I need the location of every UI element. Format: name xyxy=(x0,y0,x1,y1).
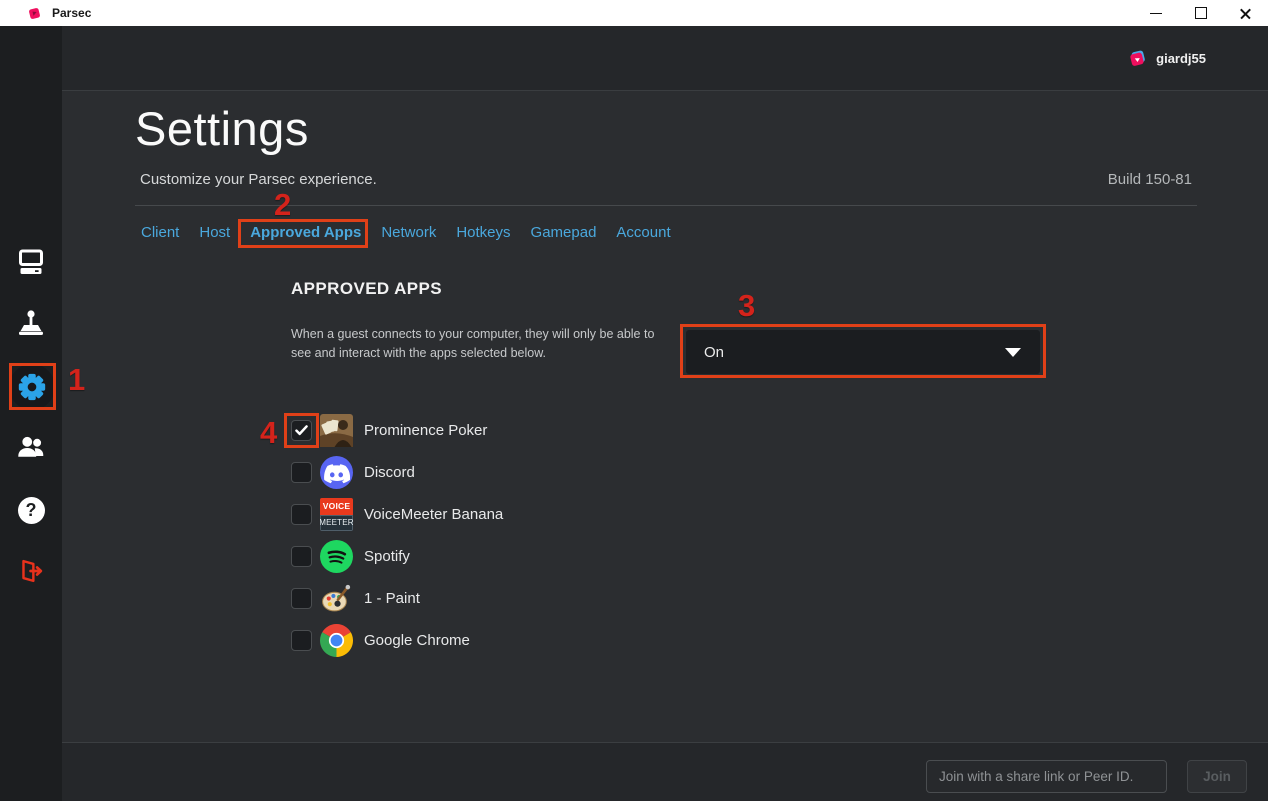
top-header: giardj55 xyxy=(62,26,1268,91)
app-row[interactable]: Discord xyxy=(291,451,503,493)
app-row[interactable]: VOICEMEETER VoiceMeeter Banana xyxy=(291,493,503,535)
page-title: Settings xyxy=(135,101,309,156)
tab-gamepad[interactable]: Gamepad xyxy=(531,222,597,243)
minimize-button[interactable] xyxy=(1133,0,1178,26)
main-area: giardj55 Settings Customize your Parsec … xyxy=(62,26,1268,801)
titlebar: Parsec xyxy=(0,0,1268,26)
header-divider xyxy=(135,205,1197,206)
parsec-window: Parsec xyxy=(0,0,1268,801)
sidebar-item-logout[interactable] xyxy=(14,554,48,588)
prominence-poker-icon xyxy=(320,414,353,447)
maximize-button[interactable] xyxy=(1178,0,1223,26)
build-label: Build 150-81 xyxy=(1108,171,1192,188)
spotify-icon xyxy=(320,540,353,573)
app-label: Discord xyxy=(364,464,415,481)
tab-approved-apps[interactable]: Approved Apps xyxy=(250,222,361,243)
app-row[interactable]: Prominence Poker xyxy=(291,409,503,451)
app-label: Prominence Poker xyxy=(364,422,487,439)
maximize-icon xyxy=(1195,7,1207,19)
app-checkbox[interactable] xyxy=(291,630,312,651)
app-checkbox[interactable] xyxy=(291,546,312,567)
app-checkbox[interactable] xyxy=(291,504,312,525)
computer-icon xyxy=(14,245,48,279)
app-checkbox[interactable] xyxy=(291,420,312,441)
user-avatar-icon xyxy=(1128,49,1147,68)
discord-icon xyxy=(320,456,353,489)
dropdown-arrow-icon xyxy=(1005,348,1021,357)
app-checkbox[interactable] xyxy=(291,588,312,609)
minimize-icon xyxy=(1150,13,1162,14)
app-checkbox[interactable] xyxy=(291,462,312,483)
app-label: VoiceMeeter Banana xyxy=(364,506,503,523)
voicemeeter-icon: VOICEMEETER xyxy=(320,498,353,531)
friends-icon xyxy=(15,431,47,463)
tab-account[interactable]: Account xyxy=(616,222,670,243)
paint-icon xyxy=(320,582,353,615)
close-button[interactable] xyxy=(1223,0,1268,26)
sidebar-item-arcade[interactable] xyxy=(14,306,48,340)
section-heading: APPROVED APPS xyxy=(291,279,442,299)
app-row[interactable]: Spotify xyxy=(291,535,503,577)
join-input[interactable] xyxy=(926,760,1167,793)
join-button[interactable]: Join xyxy=(1187,760,1247,793)
tab-network[interactable]: Network xyxy=(381,222,436,243)
dropdown-value: On xyxy=(704,344,724,361)
sidebar-item-friends[interactable] xyxy=(14,430,48,464)
tab-hotkeys[interactable]: Hotkeys xyxy=(456,222,510,243)
page-subtitle: Customize your Parsec experience. xyxy=(140,171,377,188)
sidebar: ? xyxy=(0,26,62,801)
logout-icon xyxy=(15,555,47,587)
user-account-chip[interactable]: giardj55 xyxy=(1128,49,1206,68)
tab-host[interactable]: Host xyxy=(199,222,230,243)
section-description: When a guest connects to your computer, … xyxy=(291,325,663,363)
sidebar-item-help[interactable]: ? xyxy=(14,493,48,527)
help-icon: ? xyxy=(18,497,45,524)
close-icon xyxy=(1239,7,1252,20)
sidebar-item-computers[interactable] xyxy=(14,245,48,279)
arcade-icon xyxy=(14,306,48,340)
parsec-logo-icon xyxy=(26,5,42,21)
tab-client[interactable]: Client xyxy=(141,222,179,243)
app-label: 1 - Paint xyxy=(364,590,420,607)
app-label: Spotify xyxy=(364,548,410,565)
settings-tabs: Client Host Approved Apps Network Hotkey… xyxy=(141,222,671,243)
window-title: Parsec xyxy=(52,6,91,20)
gear-icon xyxy=(16,371,48,403)
approved-apps-toggle-dropdown[interactable]: On xyxy=(686,330,1040,374)
window-controls xyxy=(1133,0,1268,26)
username-label: giardj55 xyxy=(1156,51,1206,66)
checkmark-icon xyxy=(295,425,308,436)
app-label: Google Chrome xyxy=(364,632,470,649)
app-row[interactable]: 1 - Paint xyxy=(291,577,503,619)
chrome-icon xyxy=(320,624,353,657)
sidebar-item-settings[interactable] xyxy=(9,364,55,410)
app-row[interactable]: Google Chrome xyxy=(291,619,503,661)
settings-content: Settings Customize your Parsec experienc… xyxy=(62,91,1268,768)
footer-bar: Join xyxy=(62,742,1268,801)
approved-apps-list: Prominence Poker Discord VOICEMEETER Voi… xyxy=(291,409,503,661)
